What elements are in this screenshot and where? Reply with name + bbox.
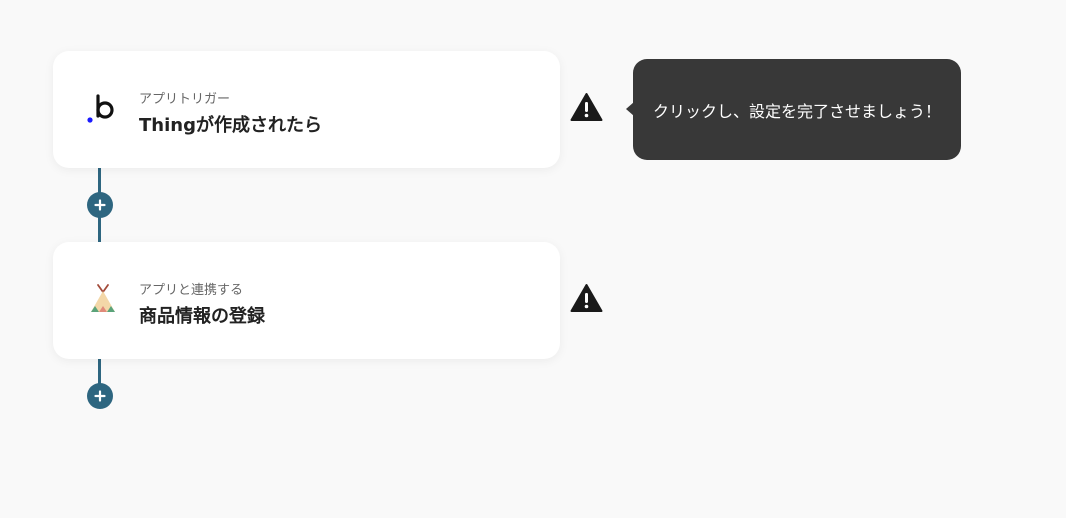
tooltip-arrow — [626, 102, 634, 116]
step-type-label: アプリと連携する — [139, 283, 244, 298]
step-title: Thingが作成されたら — [139, 115, 322, 136]
warning-icon[interactable] — [570, 283, 603, 313]
step-type-label: アプリトリガー — [139, 92, 231, 107]
flow-canvas: アプリトリガー Thingが作成されたら クリックし、設定を完了させましょう！ — [0, 0, 1066, 518]
flow-step-card-action[interactable]: アプリと連携する 商品情報の登録 — [53, 242, 560, 359]
plus-icon — [94, 390, 106, 402]
tooltip-text: クリックし、設定を完了させましょう！ — [652, 101, 941, 121]
warning-icon[interactable] — [570, 92, 603, 122]
flow-step-card-trigger[interactable]: アプリトリガー Thingが作成されたら — [53, 51, 560, 168]
add-step-button[interactable] — [87, 192, 113, 218]
teepee-app-icon — [85, 282, 121, 318]
add-step-button[interactable] — [87, 383, 113, 409]
setup-tooltip: クリックし、設定を完了させましょう！ — [626, 59, 961, 160]
bubble-app-icon — [85, 91, 121, 127]
step-title: 商品情報の登録 — [139, 306, 265, 327]
plus-icon — [94, 199, 106, 211]
